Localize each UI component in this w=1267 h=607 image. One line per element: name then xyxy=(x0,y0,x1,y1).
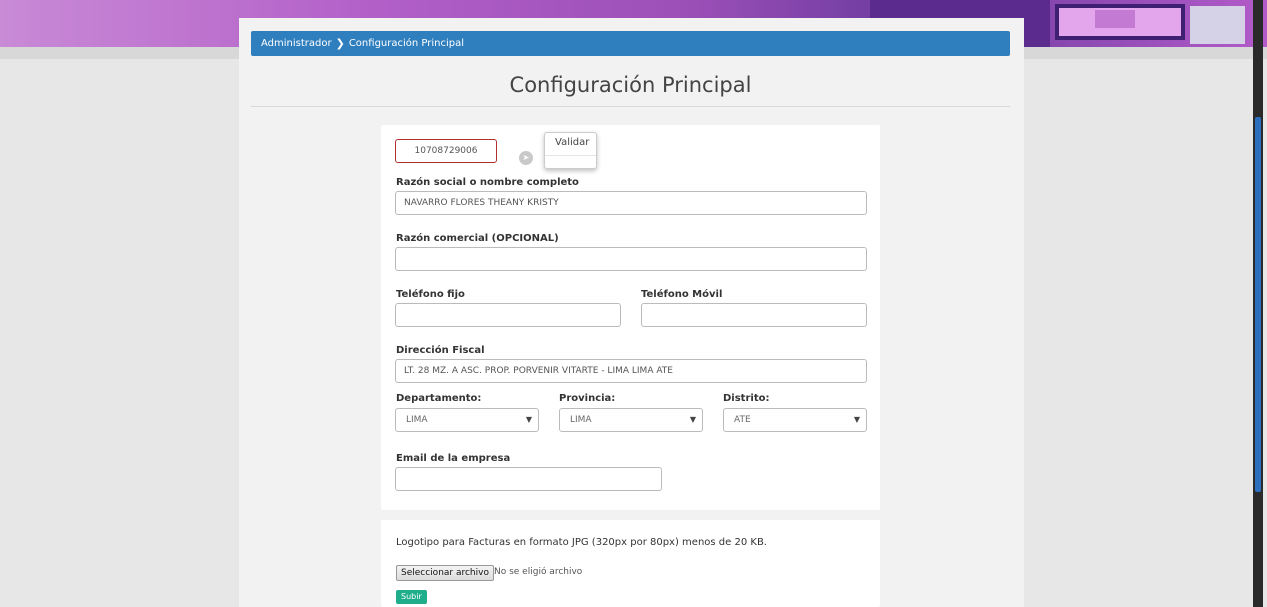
provincia-select[interactable]: LIMA ▼ xyxy=(559,408,703,432)
distrito-label: Distrito: xyxy=(723,393,770,404)
direccion-label: Dirección Fiscal xyxy=(396,345,485,356)
validate-tooltip: Validar xyxy=(544,132,597,169)
banner-decoration xyxy=(1190,6,1245,44)
scrollbar-thumb[interactable] xyxy=(1255,117,1261,492)
page-scrollbar[interactable] xyxy=(1253,0,1263,607)
razon-comercial-input[interactable] xyxy=(395,247,867,271)
caret-down-icon: ▼ xyxy=(853,415,860,424)
caret-down-icon: ▼ xyxy=(689,415,696,424)
telefono-movil-input[interactable] xyxy=(641,303,867,327)
logo-description: Logotipo para Facturas en formato JPG (3… xyxy=(396,537,767,548)
distrito-selected: ATE xyxy=(734,415,751,425)
file-status: No se eligió archivo xyxy=(494,567,583,577)
distrito-select[interactable]: ATE ▼ xyxy=(723,408,867,432)
title-divider xyxy=(251,106,1010,107)
departamento-label: Departamento: xyxy=(396,393,482,404)
departamento-select[interactable]: LIMA ▼ xyxy=(395,408,539,432)
validate-tooltip-label: Validar xyxy=(555,137,590,148)
banner-decoration xyxy=(1095,10,1135,28)
breadcrumb: Administrador ❯ Configuración Principal xyxy=(251,31,1010,56)
razon-comercial-label: Razón comercial (OPCIONAL) xyxy=(396,233,559,244)
telefono-fijo-input[interactable] xyxy=(395,303,621,327)
page-title: Configuración Principal xyxy=(509,73,752,97)
choose-file-button[interactable]: Seleccionar archivo xyxy=(396,565,494,581)
caret-down-icon: ▼ xyxy=(525,415,532,424)
breadcrumb-current: Configuración Principal xyxy=(348,38,465,49)
departamento-selected: LIMA xyxy=(406,415,428,425)
razon-social-label: Razón social o nombre completo xyxy=(396,177,579,188)
breadcrumb-root[interactable]: Administrador xyxy=(261,38,332,49)
chevron-right-icon: ❯ xyxy=(335,37,345,50)
razon-social-input[interactable]: NAVARRO FLORES THEANY KRISTY xyxy=(395,191,867,215)
upload-button[interactable]: Subir xyxy=(396,590,427,604)
provincia-selected: LIMA xyxy=(570,415,592,425)
send-icon[interactable]: ➤ xyxy=(519,151,533,165)
logo-upload-card: Logotipo para Facturas en formato JPG (3… xyxy=(381,520,880,607)
email-input[interactable] xyxy=(395,467,662,491)
telefono-fijo-label: Teléfono fijo xyxy=(396,289,465,300)
direccion-input[interactable]: LT. 28 MZ. A ASC. PROP. PORVENIR VITARTE… xyxy=(395,359,867,383)
email-label: Email de la empresa xyxy=(396,453,511,464)
company-form-card: 10708729006 ➤ Validar Razón social o nom… xyxy=(381,125,880,510)
telefono-movil-label: Teléfono Móvil xyxy=(641,289,723,300)
provincia-label: Provincia: xyxy=(559,393,616,404)
ruc-input[interactable]: 10708729006 xyxy=(395,139,497,163)
main-panel: Administrador ❯ Configuración Principal … xyxy=(239,18,1024,607)
